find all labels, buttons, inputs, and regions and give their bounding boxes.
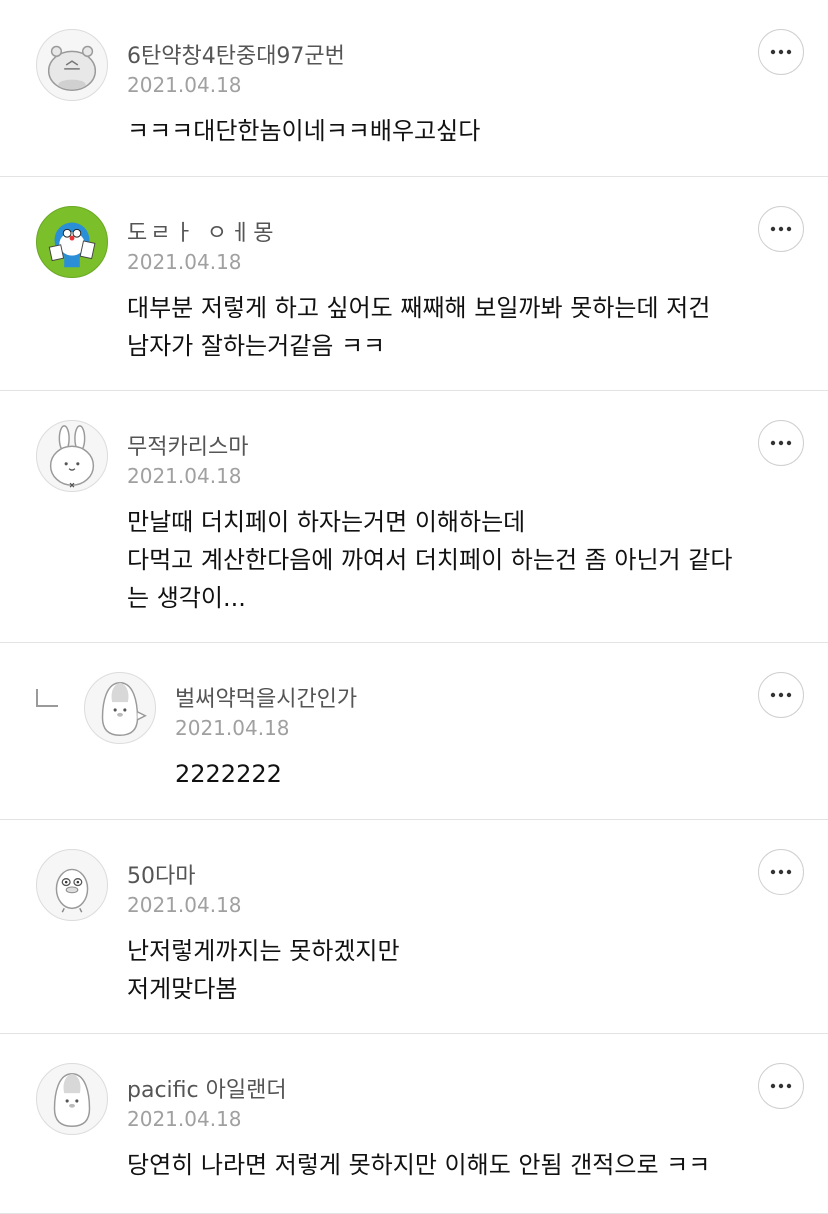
more-dots-icon bbox=[770, 869, 792, 875]
comment-author[interactable]: pacific 아일랜더 bbox=[127, 1072, 287, 1104]
comment-item: 도ㄹㅏ ㅇㅔ몽 2021.04.18 대부분 저렇게 하고 싶어도 째째해 보일… bbox=[0, 177, 828, 391]
comment-author[interactable]: 무적카리스마 bbox=[127, 429, 248, 461]
reply-indicator-icon bbox=[36, 689, 58, 707]
avatar[interactable] bbox=[36, 29, 108, 101]
comment-line: 저게맞다봄 bbox=[127, 975, 238, 1003]
comment-author[interactable]: 50다마 bbox=[127, 858, 195, 890]
avatar[interactable] bbox=[36, 420, 108, 492]
comment-author[interactable]: 벌써약먹을시간인가 bbox=[175, 681, 357, 713]
more-dots-icon bbox=[770, 692, 792, 698]
comment-item: 무적카리스마 2021.04.18 만날때 더치페이 하자는거면 이해하는데 다… bbox=[0, 391, 828, 643]
hamster-avatar-icon bbox=[47, 45, 97, 92]
comment-date: 2021.04.18 bbox=[127, 73, 242, 97]
more-options-button[interactable] bbox=[758, 206, 804, 252]
comment-date: 2021.04.18 bbox=[175, 716, 290, 740]
comment-line: 는 생각이... bbox=[127, 584, 246, 612]
more-dots-icon bbox=[770, 1083, 792, 1089]
more-options-button[interactable] bbox=[758, 849, 804, 895]
avatar[interactable] bbox=[36, 849, 108, 921]
comment-body: 2222222 bbox=[175, 755, 788, 793]
rabbit-avatar-icon bbox=[49, 425, 95, 488]
more-options-button[interactable] bbox=[758, 29, 804, 75]
comment-date: 2021.04.18 bbox=[127, 250, 242, 274]
comment-line: 2222222 bbox=[175, 760, 282, 788]
more-dots-icon bbox=[770, 226, 792, 232]
comment-item: 6탄약창4탄중대97군번 2021.04.18 ㅋㅋㅋ대단한놈이네ㅋㅋ배우고싶다 bbox=[0, 0, 828, 177]
comment-line: 남자가 잘하는거같음 ㅋㅋ bbox=[127, 332, 386, 360]
avatar[interactable] bbox=[36, 1063, 108, 1135]
comment-line: 다먹고 계산한다음에 까여서 더치페이 하는건 좀 아닌거 같다 bbox=[127, 546, 733, 574]
comment-line: ㅋㅋㅋ대단한놈이네ㅋㅋ배우고싶다 bbox=[127, 117, 481, 145]
comment-body: 만날때 더치페이 하자는거면 이해하는데 다먹고 계산한다음에 까여서 더치페이… bbox=[127, 503, 788, 617]
comment-item: pacific 아일랜더 2021.04.18 당연히 나라면 저렇게 못하지만… bbox=[0, 1034, 828, 1214]
more-dots-icon bbox=[770, 49, 792, 55]
more-dots-icon bbox=[770, 440, 792, 446]
comment-date: 2021.04.18 bbox=[127, 1107, 242, 1131]
more-options-button[interactable] bbox=[758, 672, 804, 718]
avatar[interactable] bbox=[84, 672, 156, 744]
avatar[interactable] bbox=[36, 206, 108, 278]
more-options-button[interactable] bbox=[758, 420, 804, 466]
doraemon-avatar-icon bbox=[48, 222, 96, 268]
comment-date: 2021.04.18 bbox=[127, 464, 242, 488]
comment-line: 대부분 저렇게 하고 싶어도 째째해 보일까봐 못하는데 저건 bbox=[127, 294, 711, 322]
comment-author[interactable]: 도ㄹㅏ ㅇㅔ몽 bbox=[127, 215, 276, 247]
comment-body: 난저렇게까지는 못하겠지만 저게맞다봄 bbox=[127, 932, 788, 1008]
more-options-button[interactable] bbox=[758, 1063, 804, 1109]
reply-comment-item: 벌써약먹을시간인가 2021.04.18 2222222 bbox=[0, 643, 828, 820]
comment-body: 대부분 저렇게 하고 싶어도 째째해 보일까봐 못하는데 저건 남자가 잘하는거… bbox=[127, 289, 788, 365]
comment-date: 2021.04.18 bbox=[127, 893, 242, 917]
comment-line: 만날때 더치페이 하자는거면 이해하는데 bbox=[127, 508, 526, 536]
comment-line: 난저렇게까지는 못하겠지만 bbox=[127, 937, 400, 965]
penguin-avatar-icon bbox=[101, 681, 147, 736]
comment-author[interactable]: 6탄약창4탄중대97군번 bbox=[127, 38, 345, 70]
comment-body: ㅋㅋㅋ대단한놈이네ㅋㅋ배우고싶다 bbox=[127, 112, 788, 150]
comment-line: 당연히 나라면 저렇게 못하지만 이해도 안됨 갠적으로 ㅋㅋ bbox=[127, 1151, 711, 1179]
comment-item: 50다마 2021.04.18 난저렇게까지는 못하겠지만 저게맞다봄 bbox=[0, 820, 828, 1034]
comment-body: 당연히 나라면 저렇게 못하지만 이해도 안됨 갠적으로 ㅋㅋ bbox=[127, 1146, 788, 1184]
penguin-avatar-icon bbox=[53, 1072, 91, 1127]
duck-avatar-icon bbox=[55, 868, 89, 913]
